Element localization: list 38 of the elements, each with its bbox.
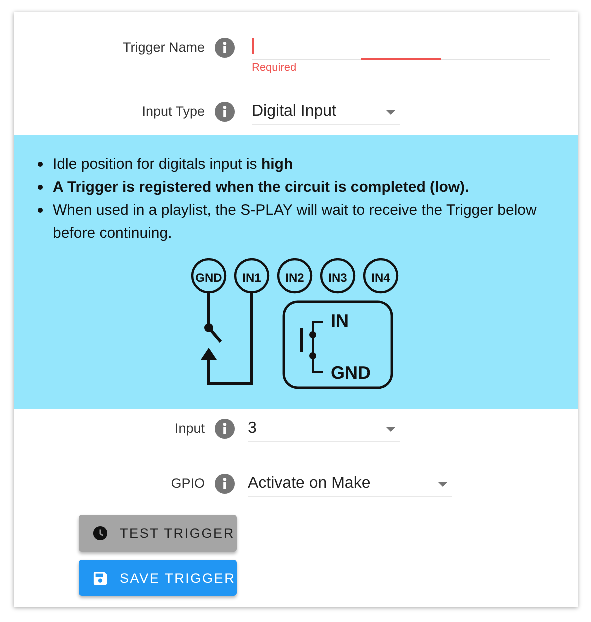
info-icon[interactable] (215, 102, 235, 122)
text-field[interactable] (252, 36, 550, 60)
terminal-circle (277, 258, 313, 294)
terminal-circle (363, 258, 399, 294)
info-icon[interactable] (215, 474, 235, 494)
info-text: When used in a playlist, the S-PLAY will wait to receive the Trigger below before continuing. (53, 201, 538, 244)
info-text: Idle position for digitals input is high (53, 155, 294, 175)
error-message: Required (252, 62, 298, 74)
test-button[interactable]: TEST TRIGGER (79, 515, 237, 552)
terminal-circle (234, 258, 270, 294)
caret-icon (386, 426, 396, 432)
field-label: Trigger Name (122, 39, 205, 57)
terminal-label: IN3 (328, 271, 348, 285)
bullet-icon (38, 162, 43, 167)
bullet-icon (38, 185, 43, 190)
terminal-label: GND (196, 271, 222, 285)
select-field[interactable]: 3 (248, 417, 400, 442)
clock-icon (93, 526, 108, 541)
field-label: Input Type (141, 103, 205, 121)
caret-icon (386, 110, 396, 114)
terminal-label: IN4 (372, 271, 390, 285)
caret-icon (438, 482, 448, 486)
info-icon[interactable] (215, 38, 235, 58)
select-field[interactable]: Activate on Make (248, 472, 452, 497)
terminal-circle (320, 258, 356, 294)
terminal-label: IN1 (242, 271, 262, 285)
terminal-circle (191, 258, 227, 294)
info-text: A Trigger is registered when the circuit is completed (low). (53, 178, 470, 198)
switch-label: GND (331, 363, 371, 383)
switch-label: IN (331, 311, 349, 331)
field-label: GPIO (170, 475, 205, 493)
field-label: Input (174, 420, 205, 438)
bullet-icon (38, 208, 43, 213)
info-icon[interactable] (215, 419, 235, 439)
select-field[interactable]: Digital Input (252, 100, 400, 125)
push-button-drawing (300, 321, 323, 373)
terminal-label: IN2 (286, 271, 304, 285)
save-icon (93, 570, 108, 586)
